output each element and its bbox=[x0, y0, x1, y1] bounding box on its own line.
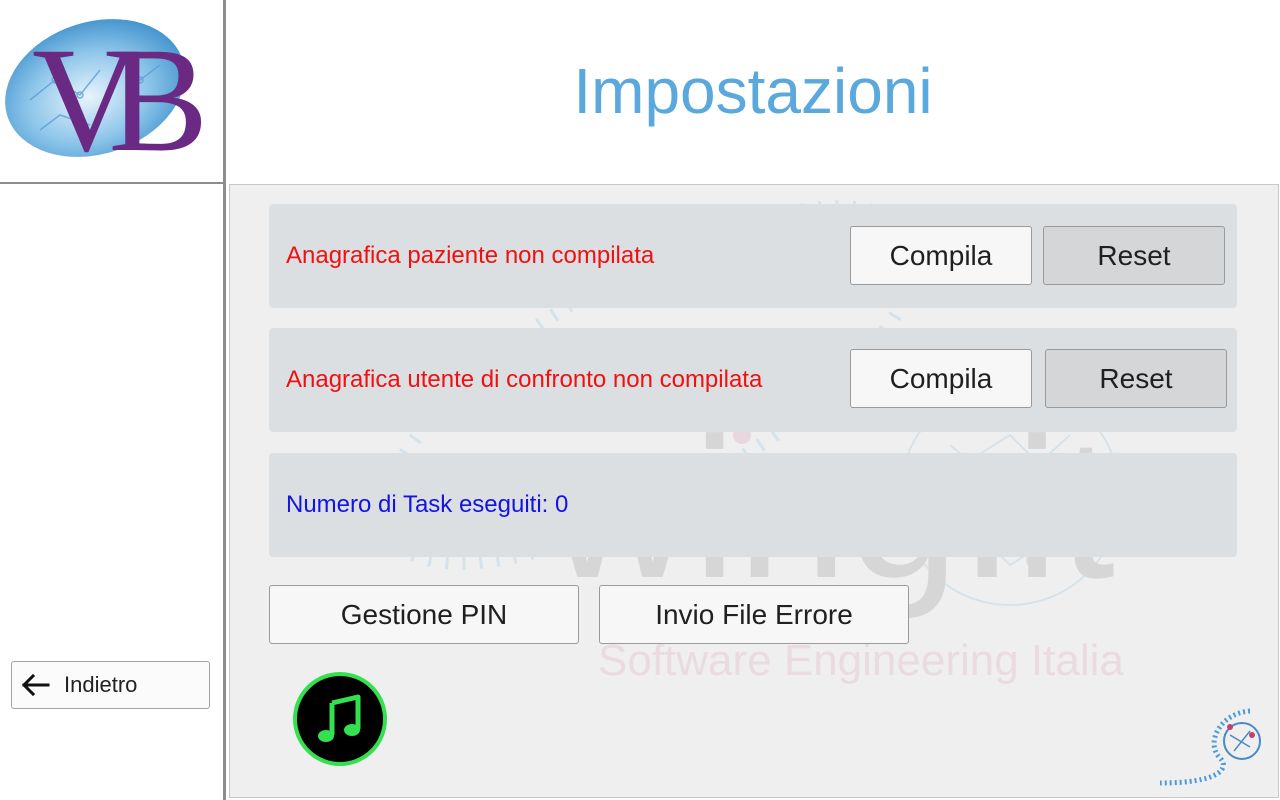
arrow-left-icon bbox=[21, 673, 50, 697]
comparison-user-registry-row: Anagrafica utente di confronto non compi… bbox=[269, 328, 1237, 432]
logo-divider bbox=[0, 182, 226, 184]
compile-patient-button[interactable]: Compila bbox=[850, 226, 1032, 285]
reset-patient-button[interactable]: Reset bbox=[1043, 226, 1225, 285]
pin-management-button[interactable]: Gestione PIN bbox=[269, 585, 579, 644]
task-count-row: Numero di Task eseguiti: 0 bbox=[269, 453, 1237, 557]
app-logo: VB bbox=[0, 0, 233, 183]
wing-logo-icon bbox=[1159, 708, 1261, 786]
svg-text:VB: VB bbox=[32, 17, 201, 182]
back-button[interactable]: Indietro bbox=[11, 661, 210, 709]
back-button-label: Indietro bbox=[64, 672, 138, 697]
send-error-file-button[interactable]: Invio File Errore bbox=[599, 585, 909, 644]
compile-comparison-user-button[interactable]: Compila bbox=[850, 349, 1032, 408]
patient-registry-row: Anagrafica paziente non compilata Compil… bbox=[269, 204, 1237, 308]
vb-logo-icon: VB bbox=[5, 17, 233, 183]
music-button[interactable] bbox=[293, 672, 387, 766]
task-count-text: Numero di Task eseguiti: 0 bbox=[286, 491, 569, 518]
page-title: Impostazioni bbox=[573, 55, 933, 127]
music-note-icon bbox=[318, 694, 361, 742]
settings-panel: wing.it Software Engineering Italia Anag… bbox=[229, 184, 1279, 798]
comparison-user-registry-status: Anagrafica utente di confronto non compi… bbox=[286, 366, 763, 393]
patient-registry-status: Anagrafica paziente non compilata bbox=[286, 242, 655, 269]
reset-comparison-user-button[interactable]: Reset bbox=[1045, 349, 1227, 408]
